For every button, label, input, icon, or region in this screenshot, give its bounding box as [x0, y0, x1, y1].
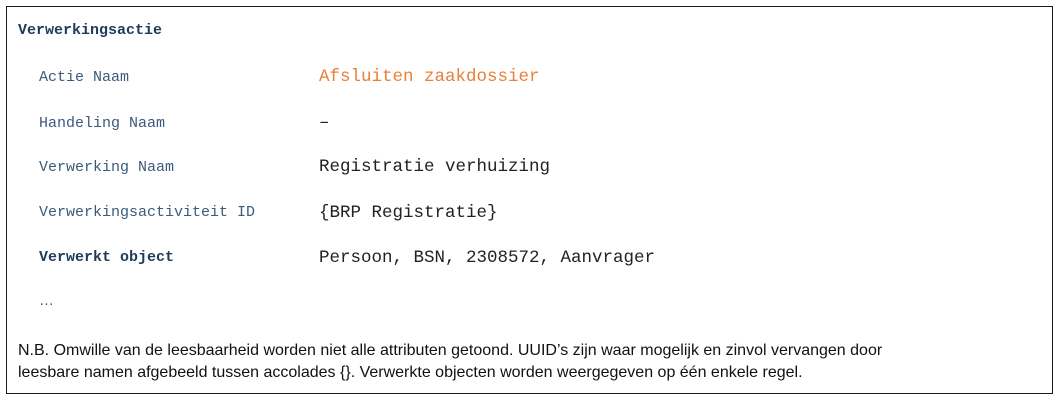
footnote-line-2: leesbare namen afgebeeld tussen accolade… — [18, 364, 803, 381]
more-attributes-ellipsis: … — [39, 292, 54, 309]
label-verwerkt-object: Verwerkt object — [39, 249, 175, 266]
label-handeling-naam: Handeling Naam — [39, 115, 166, 132]
verwerkingsactie-box: Verwerkingsactie Actie Naam Afsluiten za… — [6, 6, 1053, 394]
label-verwerkingsactiviteit-id: Verwerkingsactiviteit ID — [39, 204, 256, 221]
value-actie-naam: Afsluiten zaakdossier — [319, 67, 540, 87]
value-verwerkt-object: Persoon, BSN, 2308572, Aanvrager — [319, 248, 656, 268]
label-actie-naam: Actie Naam — [39, 69, 130, 86]
value-verwerkingsactiviteit-id: {BRP Registratie} — [319, 203, 498, 223]
section-heading: Verwerkingsactie — [18, 22, 163, 39]
footnote: N.B. Omwille van de leesbaarheid worden … — [18, 340, 1043, 384]
label-verwerking-naam: Verwerking Naam — [39, 159, 175, 176]
value-handeling-naam: – — [319, 113, 330, 133]
value-verwerking-naam: Registratie verhuizing — [319, 157, 551, 177]
footnote-line-1: N.B. Omwille van de leesbaarheid worden … — [18, 342, 883, 359]
